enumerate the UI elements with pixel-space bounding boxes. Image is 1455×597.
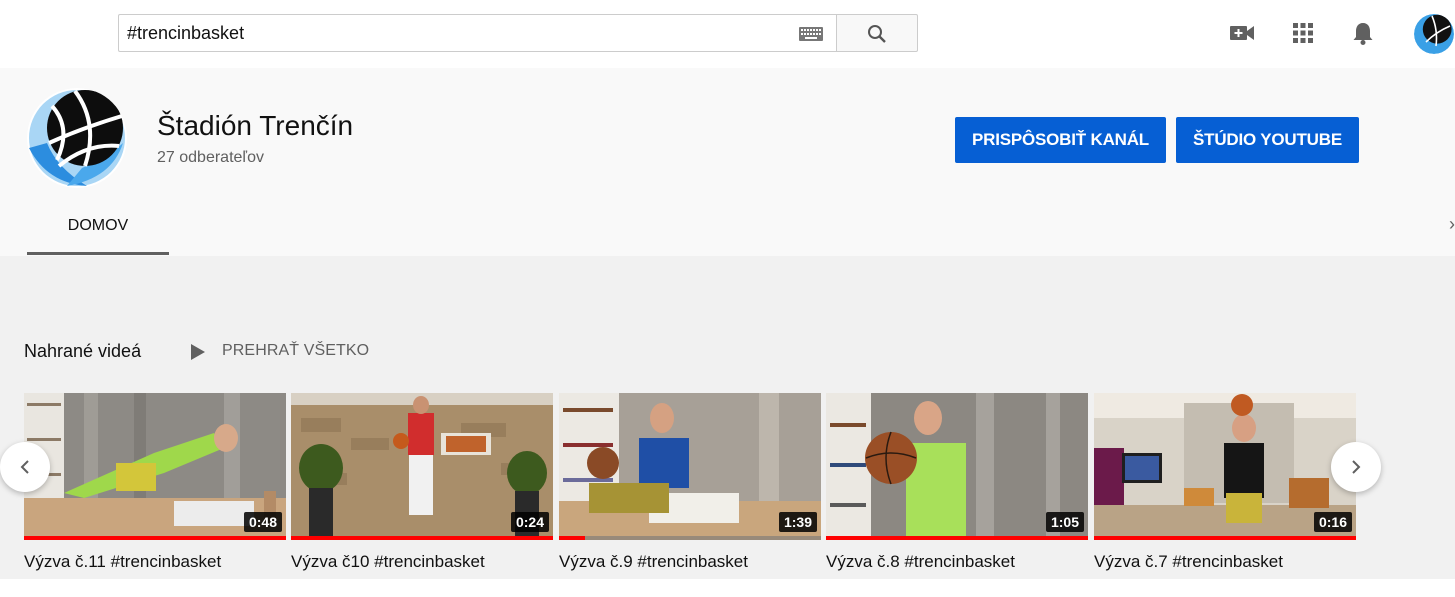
shelf-previous-button[interactable] xyxy=(0,442,50,492)
channel-logo-icon xyxy=(1414,14,1454,54)
apps-grid-icon[interactable] xyxy=(1290,20,1316,46)
youtube-studio-button[interactable]: ŠTÚDIO YOUTUBE xyxy=(1176,117,1359,163)
video-duration: 1:39 xyxy=(778,512,817,532)
video-duration: 1:05 xyxy=(1045,512,1084,532)
play-all-label: PREHRAŤ VŠETKO xyxy=(222,342,370,359)
video-card[interactable]: 0:16 Výzva č.7 #trencinbasket xyxy=(1094,393,1356,572)
video-title[interactable]: Výzva č10 #trencinbasket xyxy=(291,552,553,572)
subscriber-count: 27 odberateľov xyxy=(157,149,264,166)
search-icon xyxy=(868,25,886,43)
video-title[interactable]: Výzva č.9 #trencinbasket xyxy=(559,552,821,572)
channel-content: Nahrané videá PREHRAŤ VŠETKO 0:48 Výzva … xyxy=(0,256,1455,579)
shelf-next-button[interactable] xyxy=(1331,442,1381,492)
watch-progress-fill xyxy=(559,536,586,540)
video-duration: 0:48 xyxy=(243,512,282,532)
search-box xyxy=(118,14,837,52)
video-duration: 0:16 xyxy=(1313,512,1352,532)
watch-progress xyxy=(559,536,821,540)
chevron-left-icon xyxy=(20,460,29,474)
tab-home[interactable]: DOMOV xyxy=(27,206,169,256)
video-thumbnail[interactable]: 0:16 xyxy=(1094,393,1356,540)
video-card[interactable]: 0:48 Výzva č.11 #trencinbasket xyxy=(24,393,286,572)
watch-progress-fill xyxy=(24,536,286,540)
channel-avatar xyxy=(27,88,127,188)
shelf-title[interactable]: Nahrané videá xyxy=(24,341,141,362)
video-title[interactable]: Výzva č.8 #trencinbasket xyxy=(826,552,1088,572)
page-bottom xyxy=(0,579,1455,597)
customize-channel-button[interactable]: PRISPÔSOBIŤ KANÁL xyxy=(955,117,1166,163)
search-button[interactable] xyxy=(836,14,918,52)
video-card[interactable]: 1:05 Výzva č.8 #trencinbasket xyxy=(826,393,1088,572)
bell-icon[interactable] xyxy=(1350,20,1376,46)
watch-progress-fill xyxy=(826,536,1088,540)
video-card[interactable]: 1:39 Výzva č.9 #trencinbasket xyxy=(559,393,821,572)
search-input[interactable] xyxy=(127,15,787,51)
tab-selected-indicator xyxy=(27,252,169,255)
watch-progress xyxy=(24,536,286,540)
watch-progress xyxy=(291,536,553,540)
video-thumbnail[interactable]: 0:48 xyxy=(24,393,286,540)
basketball-logo-icon xyxy=(27,88,127,188)
channel-header: Štadión Trenčín 27 odberateľov PRISPÔSOB… xyxy=(0,68,1455,256)
video-duration: 0:24 xyxy=(510,512,549,532)
watch-progress xyxy=(1094,536,1356,540)
masthead xyxy=(0,0,1455,68)
video-thumbnail[interactable]: 1:05 xyxy=(826,393,1088,540)
video-title[interactable]: Výzva č.11 #trencinbasket xyxy=(24,552,286,572)
chevron-right-icon xyxy=(1352,460,1361,474)
video-card[interactable]: 0:24 Výzva č10 #trencinbasket xyxy=(291,393,553,572)
keyboard-icon[interactable] xyxy=(799,27,823,41)
channel-name: Štadión Trenčín xyxy=(157,110,354,141)
video-title[interactable]: Výzva č.7 #trencinbasket xyxy=(1094,552,1356,572)
video-thumbnail[interactable]: 1:39 xyxy=(559,393,821,540)
watch-progress-fill xyxy=(291,536,553,540)
video-thumbnail[interactable]: 0:24 xyxy=(291,393,553,540)
play-icon xyxy=(191,344,205,360)
watch-progress-fill xyxy=(1094,536,1356,540)
account-avatar[interactable] xyxy=(1414,14,1454,54)
create-video-icon[interactable] xyxy=(1229,20,1255,46)
watch-progress xyxy=(826,536,1088,540)
tabs-scroll-right-icon[interactable]: › xyxy=(1449,214,1455,234)
